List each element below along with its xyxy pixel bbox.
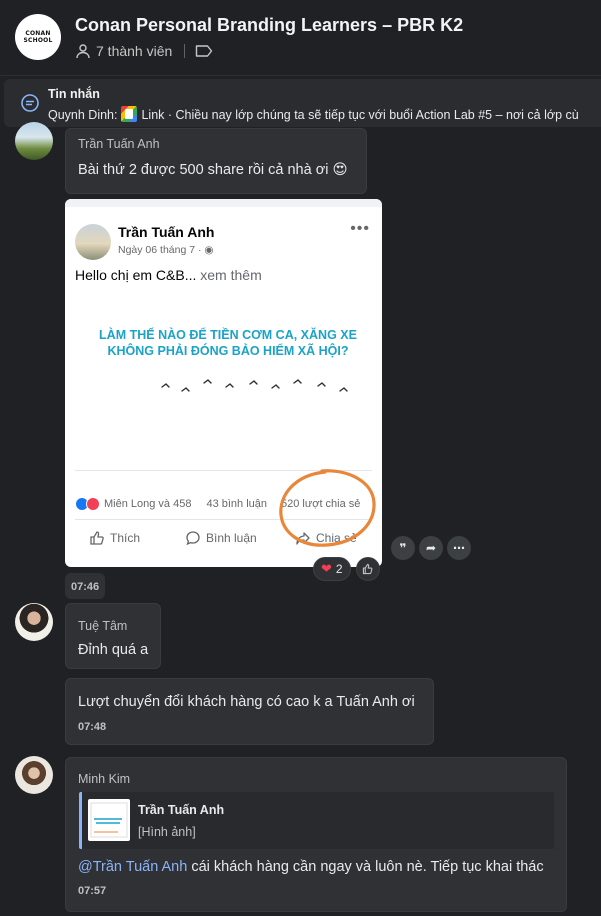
person-icon bbox=[76, 44, 90, 59]
comment-label: Bình luận bbox=[206, 531, 257, 545]
avatar-minh-kim[interactable] bbox=[15, 756, 53, 794]
message-text: Bài thứ 2 được 500 share rồi cả nhà ơi 😍 bbox=[78, 162, 348, 178]
message-bubble: Trần Tuấn Anh Bài thứ 2 được 500 share r… bbox=[65, 128, 367, 194]
message-notification-banner[interactable]: Tin nhắn Quynh Dinh: Link · Chiều nay lớp… bbox=[4, 79, 601, 127]
group-title: Conan Personal Branding Learners – PBR K… bbox=[75, 15, 464, 35]
chat-bubble-icon bbox=[21, 94, 39, 112]
message-bubble: Tuệ Tâm Đỉnh quá a bbox=[65, 603, 161, 669]
highlight-circle bbox=[279, 469, 376, 547]
banner-sender: Quynh Dinh: bbox=[48, 108, 118, 122]
comment-count: 43 bình luận bbox=[206, 498, 268, 510]
post-date: Ngày 06 tháng 7 · ◉ bbox=[118, 244, 214, 256]
add-reaction-button[interactable] bbox=[356, 557, 380, 581]
message-time: 07:46 bbox=[65, 573, 106, 599]
banner-text: Quynh Dinh: Link · Chiều nay lớp chúng ta… bbox=[48, 106, 579, 122]
logo-line2: SCHOOL bbox=[23, 37, 53, 44]
sender-name: Tuệ Tâm bbox=[78, 619, 128, 633]
forward-icon[interactable]: ➦ bbox=[419, 536, 443, 560]
message-time: 07:48 bbox=[78, 721, 107, 733]
sender-name: Trần Tuấn Anh bbox=[78, 137, 160, 151]
divider bbox=[184, 44, 186, 58]
thumb-up-outline-icon bbox=[362, 563, 373, 575]
message-bubble: Lượt chuyển đổi khách hàng có cao k a Tu… bbox=[65, 678, 434, 745]
birds-illustration bbox=[161, 379, 348, 392]
thumb-up-icon bbox=[90, 531, 104, 545]
members-row: 7 thành viên bbox=[75, 43, 213, 59]
google-sheets-icon bbox=[121, 106, 138, 122]
post-date-text: Ngày 06 tháng 7 · bbox=[118, 244, 205, 256]
chat-header: CONAN SCHOOL Conan Personal Branding Lea… bbox=[0, 0, 601, 76]
like-action: Thích bbox=[89, 530, 185, 546]
group-logo[interactable]: CONAN SCHOOL bbox=[15, 14, 61, 60]
quoted-image-thumbnail bbox=[88, 799, 130, 841]
heart-reaction-chip[interactable]: ❤ 2 bbox=[313, 557, 351, 581]
sender-name: Minh Kim bbox=[78, 772, 131, 786]
quoted-author: Trần Tuấn Anh bbox=[138, 803, 225, 817]
post-text: Hello chị em C&B... xem thêm bbox=[75, 267, 262, 283]
thumbnail-graphic bbox=[90, 802, 128, 838]
message-text-body: cái khách hàng cần ngay và luôn nè. Tiếp… bbox=[187, 859, 544, 875]
message-time: 07:57 bbox=[78, 885, 107, 897]
quote-icon[interactable]: ❞ bbox=[391, 536, 415, 560]
shared-image[interactable]: Trần Tuấn Anh Ngày 06 tháng 7 · ◉ ••• He… bbox=[65, 199, 382, 567]
reaction-icons bbox=[75, 497, 100, 511]
message-text: Lượt chuyển đổi khách hàng có cao k a Tu… bbox=[78, 694, 415, 710]
member-count[interactable]: 7 thành viên bbox=[96, 43, 172, 59]
image-top-strip bbox=[65, 199, 382, 207]
post-author: Trần Tuấn Anh bbox=[118, 224, 215, 240]
post-text-body: Hello chị em C&B... bbox=[75, 267, 201, 283]
mention-link[interactable]: @Trần Tuấn Anh bbox=[78, 859, 187, 875]
quoted-type: [Hình ảnh] bbox=[138, 825, 196, 839]
see-more: xem thêm bbox=[200, 267, 262, 283]
avatar-tran-tuan-anh[interactable] bbox=[15, 122, 53, 160]
logo-line1: CONAN bbox=[25, 30, 51, 37]
more-options-icon[interactable]: ⋯ bbox=[447, 536, 471, 560]
message-text: @Trần Tuấn Anh cái khách hàng cần ngay v… bbox=[78, 859, 544, 875]
quoted-message[interactable]: Trần Tuấn Anh [Hình ảnh] bbox=[79, 792, 554, 849]
more-icon: ••• bbox=[350, 220, 370, 237]
comment-icon bbox=[186, 531, 200, 546]
post-headline: LÀM THẾ NÀO ĐỂ TIỀN CƠM CA, XĂNG XE KHÔN… bbox=[99, 328, 357, 358]
time-text: 07:46 bbox=[71, 581, 100, 593]
like-label: Thích bbox=[110, 531, 141, 545]
heart-icon: ❤ bbox=[321, 561, 332, 576]
post-avatar bbox=[75, 224, 111, 260]
avatar-tue-tam[interactable] bbox=[15, 603, 53, 641]
label-icon[interactable] bbox=[195, 44, 213, 58]
message-text: Đỉnh quá a bbox=[78, 642, 149, 658]
banner-title: Tin nhắn bbox=[48, 87, 100, 101]
reaction-count: Miên Long và 458 bbox=[104, 498, 192, 510]
reaction-count-chat: 2 bbox=[335, 562, 343, 576]
globe-icon: ◉ bbox=[204, 244, 214, 256]
banner-message: Link · Chiều nay lớp chúng ta sẽ tiếp tụ… bbox=[141, 108, 579, 122]
